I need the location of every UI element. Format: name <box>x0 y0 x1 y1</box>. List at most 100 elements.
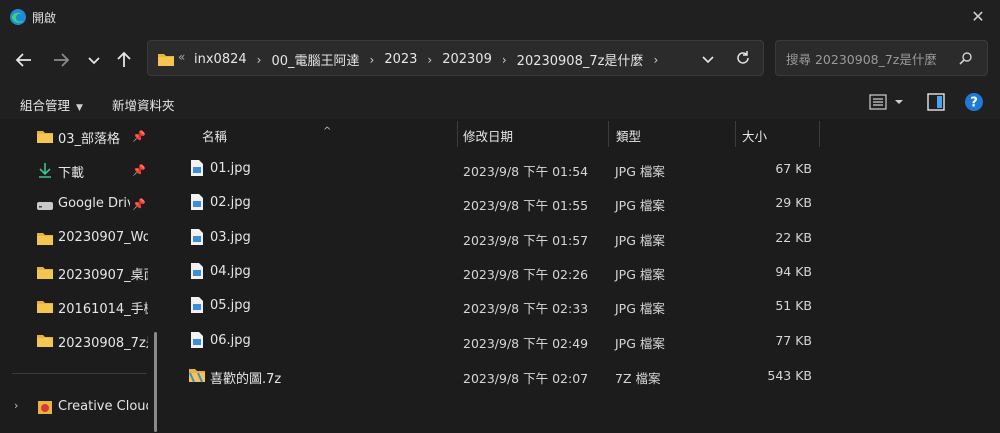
file-row[interactable]: 03.jpg 2023/9/8 下午 01:57 JPG 檔案 22 KB <box>160 220 1000 254</box>
breadcrumb-item[interactable]: 20230908_7z是什麼 <box>517 50 644 69</box>
organize-button[interactable]: 組合管理 ▼ <box>20 95 83 114</box>
folder-icon <box>37 233 53 245</box>
details-view-icon <box>869 94 903 110</box>
file-row[interactable]: 04.jpg 2023/9/8 下午 02:26 JPG 檔案 94 KB <box>160 254 1000 288</box>
file-name: 01.jpg <box>210 161 251 176</box>
breadcrumb-separator-icon[interactable]: › <box>502 53 507 67</box>
column-divider[interactable] <box>819 121 820 147</box>
search-input[interactable] <box>784 48 958 70</box>
back-button[interactable] <box>12 48 36 72</box>
window-title: 開啟 <box>32 11 57 25</box>
sidebar-item-20230907-desktop[interactable]: 20230907_桌面 <box>0 257 150 287</box>
title-bar: 開啟 ✕ <box>0 0 1000 34</box>
file-list: 名稱 ^ 修改日期 類型 大小 01.jpg 2023/9/8 下午 01:54… <box>160 119 1000 433</box>
help-icon: ? <box>965 93 983 111</box>
breadcrumb-item[interactable]: 2023 <box>384 52 417 67</box>
svg-text:?: ? <box>970 96 978 111</box>
column-header-label: 大小 <box>742 129 768 144</box>
sidebar-item-20230907-word[interactable]: 20230907_Word <box>0 223 150 253</box>
preview-pane-icon <box>927 93 945 111</box>
address-bar[interactable]: « inx0824 › 00_電腦王阿達 › 2023 › 202309 › 2… <box>147 40 764 76</box>
pin-icon: 📌 <box>132 198 146 211</box>
up-button[interactable] <box>112 48 136 72</box>
change-view-button[interactable] <box>868 92 908 116</box>
sidebar-item-downloads[interactable]: 下載 📌 <box>0 155 150 185</box>
file-size: 94 KB <box>775 264 812 279</box>
jpg-file-icon <box>191 194 203 210</box>
creative-cloud-icon <box>38 401 52 414</box>
caret-down-icon: ▼ <box>76 103 83 113</box>
folder-icon <box>37 301 53 313</box>
file-size: 29 KB <box>775 195 812 210</box>
pin-icon: 📌 <box>132 130 146 143</box>
recent-locations-button[interactable] <box>82 48 106 72</box>
file-type: JPG 檔案 <box>615 267 665 282</box>
sidebar-item-20161014-phone[interactable]: 20161014_手機 <box>0 291 150 321</box>
breadcrumb-separator-icon[interactable]: › <box>427 53 432 67</box>
file-size: 67 KB <box>775 161 812 176</box>
overflow-chevron-icon[interactable]: « <box>178 50 185 64</box>
sidebar-item-label: Creative Cloud <box>58 399 148 414</box>
download-icon <box>39 163 51 178</box>
file-row[interactable]: 01.jpg 2023/9/8 下午 01:54 JPG 檔案 67 KB <box>160 151 1000 185</box>
breadcrumb-separator-icon[interactable]: › <box>257 53 262 67</box>
folder-icon <box>37 267 53 279</box>
search-box[interactable] <box>775 40 988 76</box>
refresh-icon[interactable] <box>734 49 752 67</box>
file-type: JPG 檔案 <box>615 336 665 351</box>
breadcrumb-item[interactable]: inx0824 <box>194 52 247 67</box>
column-header-date[interactable]: 修改日期 <box>458 119 608 147</box>
breadcrumb-separator-icon[interactable]: › <box>370 53 375 67</box>
file-name: 喜歡的圖.7z <box>210 372 282 387</box>
column-header-type[interactable]: 類型 <box>609 119 735 147</box>
file-row[interactable]: 02.jpg 2023/9/8 下午 01:55 JPG 檔案 29 KB <box>160 185 1000 219</box>
file-type: JPG 檔案 <box>615 233 665 248</box>
file-name: 02.jpg <box>210 195 251 210</box>
sidebar-item-label: 20230908_7z是 <box>58 336 148 351</box>
chevron-down-icon <box>88 57 100 65</box>
file-row[interactable]: 05.jpg 2023/9/8 下午 02:33 JPG 檔案 51 KB <box>160 288 1000 322</box>
file-date: 2023/9/8 下午 02:26 <box>463 267 589 282</box>
file-date: 2023/9/8 下午 01:55 <box>463 198 589 213</box>
pin-icon: 📌 <box>132 164 146 177</box>
file-date: 2023/9/8 下午 02:49 <box>463 336 589 351</box>
sidebar-scrollbar[interactable] <box>154 332 157 432</box>
breadcrumb-item[interactable]: 00_電腦王阿達 <box>271 50 359 69</box>
sidebar-item-creative-cloud[interactable]: › Creative Cloud <box>0 392 150 422</box>
jpg-file-icon <box>191 229 203 245</box>
preview-pane-button[interactable] <box>926 92 946 116</box>
organize-label: 組合管理 <box>20 98 71 113</box>
file-row[interactable]: 06.jpg 2023/9/8 下午 02:49 JPG 檔案 77 KB <box>160 323 1000 357</box>
sidebar-item-label: 20161014_手機 <box>58 302 148 317</box>
column-header-size[interactable]: 大小 <box>736 119 819 147</box>
file-name: 06.jpg <box>210 333 251 348</box>
address-history-chevron-icon[interactable] <box>700 51 716 67</box>
close-icon: ✕ <box>971 7 985 26</box>
file-size: 22 KB <box>775 230 812 245</box>
arrow-right-icon <box>54 53 70 67</box>
expand-chevron-icon[interactable]: › <box>14 399 18 412</box>
sidebar-item-google-drive[interactable]: Google Drive 📌 <box>0 189 150 219</box>
file-size: 543 KB <box>767 368 812 383</box>
file-date: 2023/9/8 下午 02:07 <box>463 371 589 386</box>
folder-icon <box>37 335 53 347</box>
new-folder-label: 新增資料夾 <box>112 98 175 113</box>
file-row[interactable]: 喜歡的圖.7z 2023/9/8 下午 02:07 7Z 檔案 543 KB <box>160 358 1000 392</box>
sidebar-item-03-blog[interactable]: 03_部落格 📌 <box>0 121 150 151</box>
jpg-file-icon <box>191 263 203 279</box>
search-icon[interactable] <box>959 51 973 65</box>
breadcrumb-item[interactable]: 202309 <box>442 52 492 67</box>
file-type: JPG 檔案 <box>615 164 665 179</box>
help-button[interactable]: ? <box>964 92 984 116</box>
forward-button[interactable] <box>49 48 73 72</box>
new-folder-button[interactable]: 新增資料夾 <box>112 95 175 114</box>
sidebar-item-label: Google Drive <box>58 196 130 211</box>
column-header-name[interactable]: 名稱 ^ <box>160 119 457 147</box>
close-button[interactable]: ✕ <box>966 6 990 28</box>
file-size: 51 KB <box>775 298 812 313</box>
sidebar-item-20230908-7z[interactable]: 20230908_7z是 <box>0 325 150 355</box>
sidebar-item-label: 20230907_Word <box>58 230 148 245</box>
file-date: 2023/9/8 下午 01:54 <box>463 164 589 179</box>
jpg-file-icon <box>191 160 203 176</box>
breadcrumb-separator-icon[interactable]: › <box>653 53 658 67</box>
